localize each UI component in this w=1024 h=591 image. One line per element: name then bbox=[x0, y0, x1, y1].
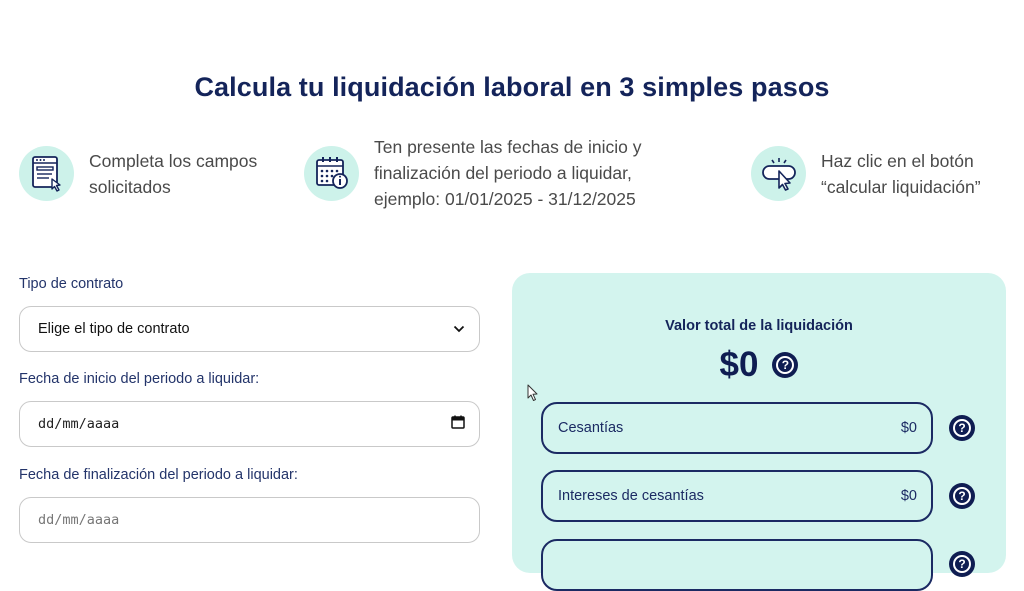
contract-type-label: Tipo de contrato bbox=[19, 276, 124, 292]
calendar-icon bbox=[304, 145, 359, 201]
help-glyph: ? bbox=[776, 356, 795, 374]
click-icon bbox=[751, 146, 806, 201]
end-date-input[interactable]: dd/mm/aaaa bbox=[19, 497, 480, 543]
intereses-cesantias-row: Intereses de cesantías $0 bbox=[541, 470, 933, 522]
help-icon[interactable]: ? bbox=[949, 415, 975, 441]
help-glyph: ? bbox=[953, 555, 971, 573]
step-2: Ten presente las fechas de inicio y fina… bbox=[304, 134, 642, 212]
step-2-text-line1: Ten presente las fechas de inicio y bbox=[374, 137, 642, 157]
step-2-text-line3: ejemplo: 01/01/2025 - 31/12/2025 bbox=[374, 189, 636, 209]
help-icon[interactable]: ? bbox=[949, 483, 975, 509]
contract-type-select[interactable]: Elige el tipo de contrato bbox=[19, 306, 480, 352]
result-row-partial bbox=[541, 539, 933, 591]
step-1: Completa los campos solicitados bbox=[19, 146, 257, 201]
cesantias-row: Cesantías $0 bbox=[541, 402, 933, 454]
intereses-cesantias-label: Intereses de cesantías bbox=[558, 488, 704, 504]
step-2-text-line2: finalización del periodo a liquidar, bbox=[374, 163, 632, 183]
end-date-label: Fecha de finalización del periodo a liqu… bbox=[19, 467, 298, 483]
step-1-text-line1: Completa los campos bbox=[89, 150, 258, 171]
intereses-cesantias-value: $0 bbox=[900, 488, 917, 504]
total-amount: $0 bbox=[719, 345, 759, 384]
end-date-value: dd/mm/aaaa bbox=[38, 512, 120, 528]
chevron-down-icon bbox=[453, 320, 465, 338]
help-icon[interactable]: ? bbox=[772, 352, 799, 378]
start-date-label: Fecha de inicio del periodo a liquidar: bbox=[19, 371, 260, 387]
step-1-text-line2: solicitados bbox=[89, 176, 171, 197]
cesantias-label: Cesantías bbox=[558, 420, 624, 436]
step-3-text-line2: “calcular liquidación” bbox=[821, 176, 981, 197]
cesantias-value: $0 bbox=[900, 420, 917, 436]
help-glyph: ? bbox=[953, 487, 971, 505]
help-glyph: ? bbox=[953, 419, 971, 437]
contract-type-value: Elige el tipo de contrato bbox=[38, 321, 190, 337]
step-3: Haz clic en el botón “calcular liquidaci… bbox=[751, 146, 981, 201]
form-icon bbox=[19, 146, 74, 201]
step-3-text-line1: Haz clic en el botón bbox=[821, 150, 974, 171]
start-date-value: dd/mm/aaaa bbox=[38, 416, 120, 432]
total-value-row: $0 ? bbox=[512, 345, 1006, 385]
result-title: Valor total de la liquidación bbox=[665, 318, 853, 334]
calendar-picker-icon[interactable] bbox=[451, 415, 465, 434]
page-title: Calcula tu liquidación laboral en 3 simp… bbox=[194, 72, 830, 102]
result-panel: Valor total de la liquidación $0 ? Cesan… bbox=[512, 273, 1006, 591]
mouse-cursor-icon bbox=[527, 384, 539, 407]
start-date-input[interactable]: dd/mm/aaaa bbox=[19, 401, 480, 447]
